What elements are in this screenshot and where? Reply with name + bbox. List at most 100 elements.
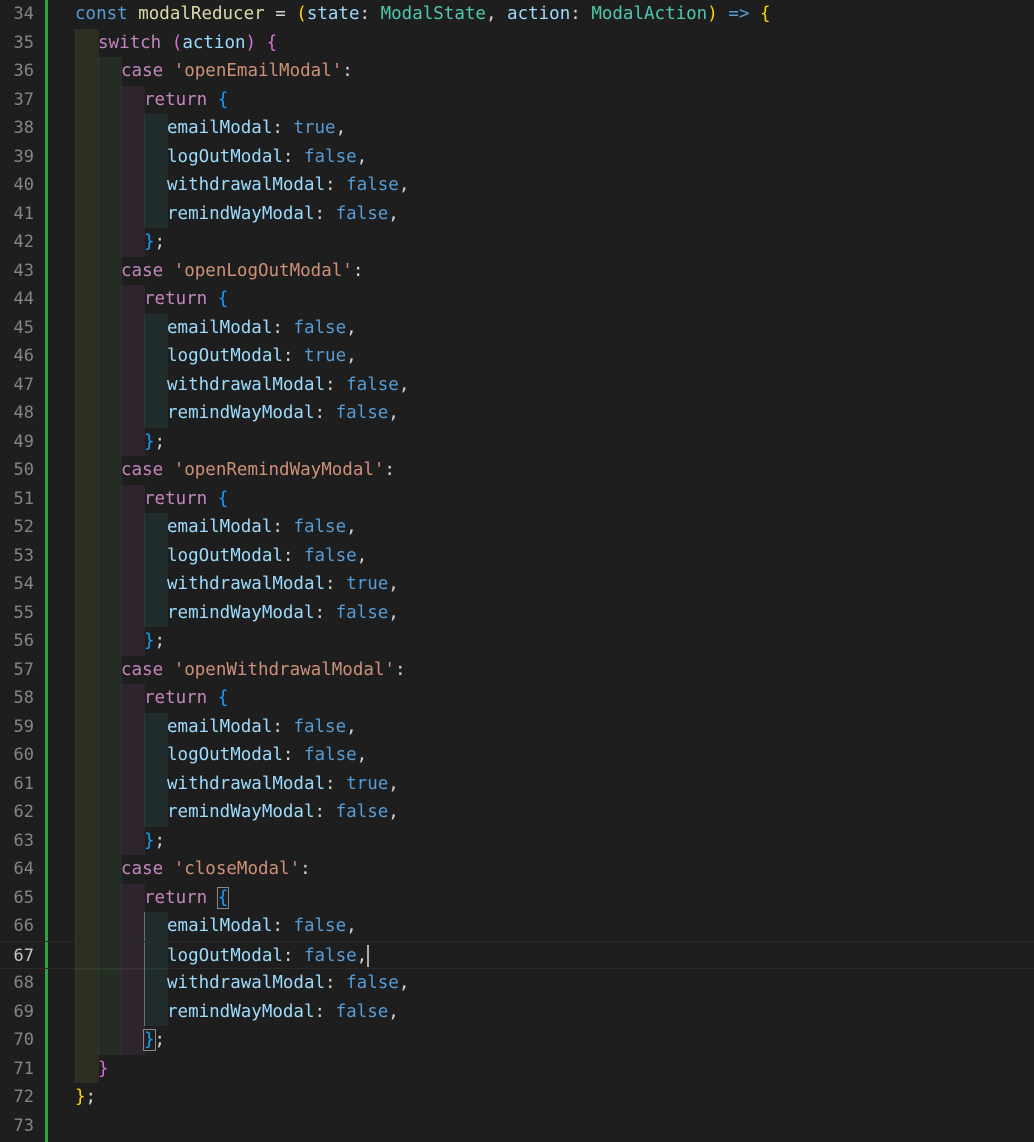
case-keyword: case xyxy=(121,460,164,480)
code-content: emailModal: false, xyxy=(167,317,357,338)
property-key: withdrawalModal xyxy=(167,574,326,594)
indent-guide xyxy=(121,912,145,941)
indent-guide xyxy=(75,712,99,741)
code-token: ) xyxy=(707,4,718,24)
code-content: case 'closeModal': xyxy=(121,855,311,884)
code-line[interactable]: 72}; xyxy=(0,1083,1034,1112)
code-line[interactable]: 70}; xyxy=(0,1026,1034,1055)
property-value: false xyxy=(293,916,347,936)
indent-guide xyxy=(98,1026,122,1055)
code-line[interactable]: 55 remindWayModal: false, xyxy=(0,598,1034,627)
indent-guide xyxy=(98,171,122,200)
indent-guide xyxy=(121,513,145,542)
property-value: false xyxy=(346,973,399,993)
code-line[interactable]: 57 case 'openWithdrawalModal': xyxy=(0,655,1034,684)
indent-guide xyxy=(144,769,168,798)
line-number: 70 xyxy=(13,1030,34,1050)
indent-guide xyxy=(98,570,122,599)
code-line[interactable]: 38 emailModal: true, xyxy=(0,114,1034,143)
indent-guide xyxy=(98,826,122,855)
indent-guide xyxy=(121,969,145,998)
code-line[interactable]: 34 const modalReducer = (state: ModalStat… xyxy=(0,0,1034,29)
property-value: false xyxy=(346,374,399,395)
code-line[interactable]: 36 case 'openEmailModal': xyxy=(0,57,1034,86)
code-line[interactable]: 51 return { xyxy=(0,484,1034,513)
code-content: }; xyxy=(75,1083,96,1112)
code-line[interactable]: 56}; xyxy=(0,627,1034,656)
line-number: 48 xyxy=(13,403,34,423)
code-line[interactable]: 62 remindWayModal: false, xyxy=(0,798,1034,827)
property-value: false xyxy=(335,403,389,423)
indent-guide xyxy=(121,712,145,741)
code-line[interactable]: 50 case 'openRemindWayModal': xyxy=(0,456,1034,485)
code-line[interactable]: 42}; xyxy=(0,228,1034,257)
indent-guide xyxy=(75,855,99,884)
indent-guide xyxy=(98,199,122,228)
code-line[interactable]: 49}; xyxy=(0,427,1034,457)
property-value: true xyxy=(303,346,347,366)
case-keyword: case xyxy=(121,859,164,879)
code-line[interactable]: 45 emailModal: false, xyxy=(0,313,1034,342)
indent-guide xyxy=(98,855,122,884)
code-line[interactable]: 54 withdrawalModal: true, xyxy=(0,570,1034,599)
indent-guide xyxy=(98,627,122,656)
code-line[interactable]: 52 emailModal: false, xyxy=(0,513,1034,542)
code-editor[interactable]: 34 const modalReducer = (state: ModalStat… xyxy=(0,0,1034,1142)
line-number: 39 xyxy=(13,146,34,167)
indent-guide xyxy=(98,256,122,285)
code-line[interactable]: 43 case 'openLogOutModal': xyxy=(0,256,1034,286)
property-key: logOutModal xyxy=(167,745,283,765)
code-line[interactable]: 66 emailModal: false, xyxy=(0,912,1034,941)
indent-guide xyxy=(98,342,122,371)
code-content: remindWayModal: false, xyxy=(167,1001,399,1022)
code-line[interactable]: 39 logOutModal: false, xyxy=(0,142,1034,171)
code-line[interactable]: 63}; xyxy=(0,826,1034,855)
code-line[interactable]: 61 withdrawalModal: true, xyxy=(0,769,1034,798)
line-number: 59 xyxy=(13,716,34,737)
property-value: false xyxy=(335,203,389,224)
code-line[interactable]: 59 emailModal: false, xyxy=(0,712,1034,741)
property-value: false xyxy=(293,716,347,737)
code-content: case 'openLogOutModal': xyxy=(121,257,363,286)
indent-guide xyxy=(75,228,99,257)
code-line[interactable]: 46 logOutModal: true, xyxy=(0,342,1034,371)
code-line[interactable]: 69 remindWayModal: false, xyxy=(0,997,1034,1026)
indent-guide xyxy=(98,427,122,456)
code-line[interactable]: 73 xyxy=(0,1112,1034,1141)
code-line[interactable]: 44 return { xyxy=(0,285,1034,314)
code-line[interactable]: 37 return { xyxy=(0,85,1034,115)
indent-guide xyxy=(75,570,99,599)
line-number: 53 xyxy=(13,545,34,566)
property-key: logOutModal xyxy=(167,945,283,966)
code-line[interactable]: 41 remindWayModal: false, xyxy=(0,199,1034,228)
code-line[interactable]: 58 return { xyxy=(0,684,1034,713)
code-line[interactable]: 40 withdrawalModal: false, xyxy=(0,171,1034,200)
return-keyword: return xyxy=(144,89,208,110)
line-number: 47 xyxy=(13,374,34,395)
indent-guide xyxy=(121,941,145,970)
code-line[interactable]: 35 switch (action) { xyxy=(0,28,1034,57)
code-line[interactable]: 71} xyxy=(0,1054,1034,1083)
indent-guide xyxy=(98,114,122,143)
code-line[interactable]: 64 case 'closeModal': xyxy=(0,855,1034,884)
code-line[interactable]: 65 return { xyxy=(0,883,1034,913)
indent-guide xyxy=(75,798,99,827)
indent-guide xyxy=(98,541,122,570)
indent-guide xyxy=(75,456,99,485)
property-key: emailModal xyxy=(167,916,273,936)
code-content: }; xyxy=(144,428,165,457)
code-content: return { xyxy=(144,884,230,913)
code-content: return { xyxy=(144,86,228,115)
indent-guide xyxy=(75,655,99,684)
code-line[interactable]: 47 withdrawalModal: false, xyxy=(0,370,1034,399)
code-content: }; xyxy=(144,228,165,257)
code-lines[interactable]: 34 const modalReducer = (state: ModalStat… xyxy=(0,0,1034,1140)
code-line[interactable]: 60 logOutModal: false, xyxy=(0,741,1034,770)
open-brace: { xyxy=(217,688,229,708)
code-token: : xyxy=(570,4,592,24)
code-line[interactable]: 67 logOutModal: false, xyxy=(0,940,1034,970)
property-value: false xyxy=(303,146,357,167)
code-line[interactable]: 48 remindWayModal: false, xyxy=(0,399,1034,428)
code-line[interactable]: 68 withdrawalModal: false, xyxy=(0,969,1034,998)
code-line[interactable]: 53 logOutModal: false, xyxy=(0,541,1034,570)
